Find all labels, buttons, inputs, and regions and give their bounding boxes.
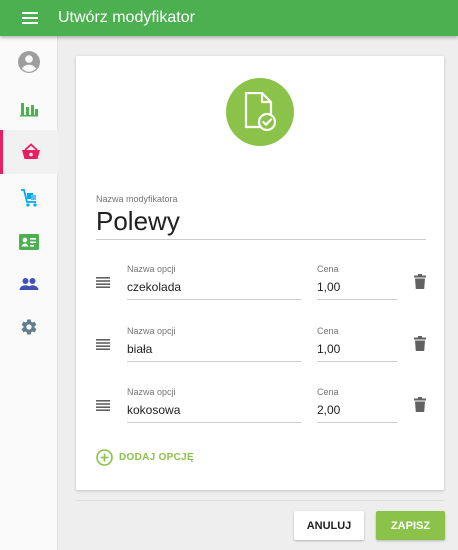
option-name-underline — [127, 361, 301, 362]
option-name-label: Nazwa opcji — [127, 387, 176, 397]
people-icon — [19, 278, 39, 290]
sidebar — [0, 36, 58, 550]
modifier-name-underline — [96, 239, 426, 240]
option-name-input[interactable]: czekolada — [127, 280, 181, 294]
option-name-input[interactable]: biała — [127, 342, 152, 356]
sidebar-item-settings[interactable] — [0, 305, 58, 349]
sidebar-item-delivery[interactable] — [0, 176, 58, 220]
sidebar-item-profile[interactable] — [0, 40, 58, 84]
add-option-label: DODAJ OPCJĘ — [119, 452, 194, 463]
cart-icon — [21, 189, 37, 207]
option-name-input[interactable]: kokosowa — [127, 403, 180, 417]
hamburger-menu-icon[interactable] — [10, 0, 50, 36]
option-name-underline — [127, 422, 301, 423]
sidebar-item-users[interactable] — [0, 262, 58, 306]
app-bar: Utwórz modyfikator — [0, 0, 458, 36]
modifier-name-input[interactable]: Polewy — [96, 206, 180, 237]
option-price-label: Cena — [317, 326, 339, 336]
option-row: Nazwa opcji czekolada Cena 1,00 — [76, 260, 444, 306]
add-option-button[interactable]: DODAJ OPCJĘ — [96, 449, 194, 466]
option-price-label: Cena — [317, 387, 339, 397]
modifier-name-label: Nazwa modyfikatora — [96, 194, 178, 204]
drag-handle-icon[interactable] — [96, 276, 110, 288]
option-name-label: Nazwa opcji — [127, 326, 176, 336]
trash-icon[interactable] — [414, 274, 426, 289]
contact-card-icon — [19, 234, 39, 250]
gear-icon — [21, 319, 37, 335]
save-button[interactable]: ZAPISZ — [376, 511, 445, 540]
option-price-underline — [317, 299, 397, 300]
trash-icon[interactable] — [414, 336, 426, 351]
basket-icon — [21, 143, 40, 159]
option-row: Nazwa opcji biała Cena 1,00 — [76, 322, 444, 368]
option-name-underline — [127, 299, 301, 300]
bar-chart-icon — [20, 103, 38, 117]
sidebar-item-reports[interactable] — [0, 86, 58, 130]
drag-handle-icon[interactable] — [96, 338, 110, 350]
drag-handle-icon[interactable] — [96, 399, 110, 411]
divider — [76, 500, 444, 501]
cancel-button[interactable]: ANULUJ — [294, 511, 364, 540]
option-price-input[interactable]: 2,00 — [317, 403, 340, 417]
option-price-input[interactable]: 1,00 — [317, 342, 340, 356]
option-price-label: Cena — [317, 264, 339, 274]
option-row: Nazwa opcji kokosowa Cena 2,00 — [76, 383, 444, 429]
option-price-input[interactable]: 1,00 — [317, 280, 340, 294]
sidebar-item-contacts[interactable] — [0, 220, 58, 264]
option-name-label: Nazwa opcji — [127, 264, 176, 274]
modifier-form-card: Nazwa modyfikatora Polewy Nazwa opcji cz… — [76, 56, 444, 490]
add-circle-icon — [96, 449, 113, 466]
page-title: Utwórz modyfikator — [58, 9, 195, 26]
option-price-underline — [317, 361, 397, 362]
option-price-underline — [317, 422, 397, 423]
account-circle-icon — [18, 51, 40, 73]
document-check-icon — [226, 78, 294, 146]
sidebar-item-shop[interactable] — [0, 130, 58, 174]
trash-icon[interactable] — [414, 397, 426, 412]
